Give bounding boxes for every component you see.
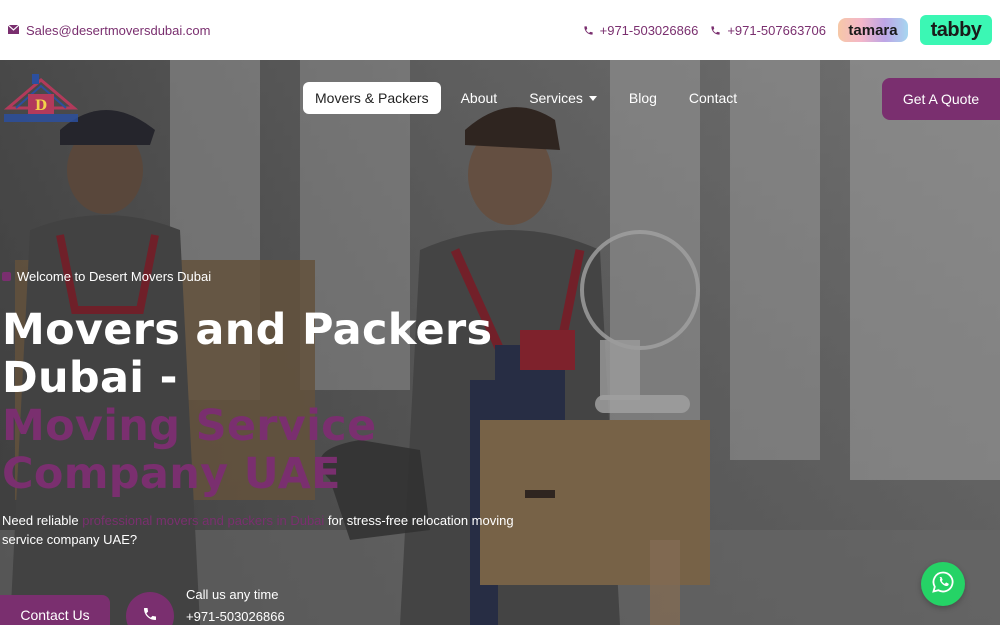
hero-title-line-2: Dubai - (2, 353, 178, 403)
hero-description: Need reliable professional movers and pa… (2, 511, 547, 549)
welcome-tagline: Welcome to Desert Movers Dubai (2, 269, 211, 284)
phone-text-2: +971-507663706 (727, 22, 826, 38)
site-logo[interactable]: D (2, 70, 80, 128)
tabby-logo-text: tabby (930, 18, 982, 41)
svg-text:D: D (35, 98, 47, 114)
top-bar: Sales@desertmoversdubai.com +971-5030268… (0, 0, 1000, 60)
hero-title-line-1: Movers and Packers (2, 305, 493, 355)
hero-title: Movers and Packers Dubai - Moving Servic… (2, 306, 492, 498)
hero-title-line-4: Company UAE (2, 449, 341, 499)
phone-icon (583, 25, 594, 36)
tamara-badge[interactable]: tamara (838, 18, 908, 42)
whatsapp-button[interactable] (921, 562, 965, 606)
get-quote-button[interactable]: Get A Quote (882, 78, 1000, 120)
phone-icon (710, 25, 721, 36)
nav-item-movers-packers[interactable]: Movers & Packers (303, 82, 441, 114)
tamara-logo-text: tamara (848, 21, 898, 39)
welcome-text: Welcome to Desert Movers Dubai (17, 269, 212, 284)
call-number[interactable]: +971-503026866 (186, 609, 285, 624)
main-nav: Movers & Packers About Services Blog Con… (303, 82, 749, 114)
tabby-badge[interactable]: tabby (920, 15, 992, 45)
call-label: Call us any time (186, 587, 279, 602)
nav-item-blog[interactable]: Blog (617, 82, 669, 114)
nav-label: About (460, 90, 498, 106)
chevron-down-icon (588, 95, 597, 101)
nav-item-contact[interactable]: Contact (677, 82, 749, 114)
nav-label: Movers & Packers (315, 90, 429, 106)
tag-icon (2, 272, 11, 281)
email-link[interactable]: Sales@desertmoversdubai.com (8, 23, 210, 38)
phone-icon (142, 606, 158, 625)
phone-link-2[interactable]: +971-507663706 (710, 23, 826, 38)
nav-item-about[interactable]: About (449, 82, 510, 114)
nav-item-services[interactable]: Services (517, 82, 609, 114)
phone-link-1[interactable]: +971-503026866 (583, 22, 699, 38)
nav-label: Blog (628, 90, 657, 106)
whatsapp-icon (931, 570, 955, 599)
phone-text-1: +971-503026866 (599, 22, 699, 38)
envelope-icon (8, 24, 19, 36)
desc-link[interactable]: professional movers and packers in Dubai (82, 513, 324, 528)
hero-section: D Movers & Packers About Services Blog C… (0, 60, 1000, 625)
contact-us-button[interactable]: Contact Us (0, 595, 110, 625)
nav-label: Services (529, 90, 583, 106)
desc-prefix: Need reliable (2, 513, 83, 528)
email-text: Sales@desertmoversdubai.com (26, 22, 211, 38)
nav-label: Contact (688, 90, 738, 106)
hero-title-line-3: Moving Service (2, 401, 377, 451)
